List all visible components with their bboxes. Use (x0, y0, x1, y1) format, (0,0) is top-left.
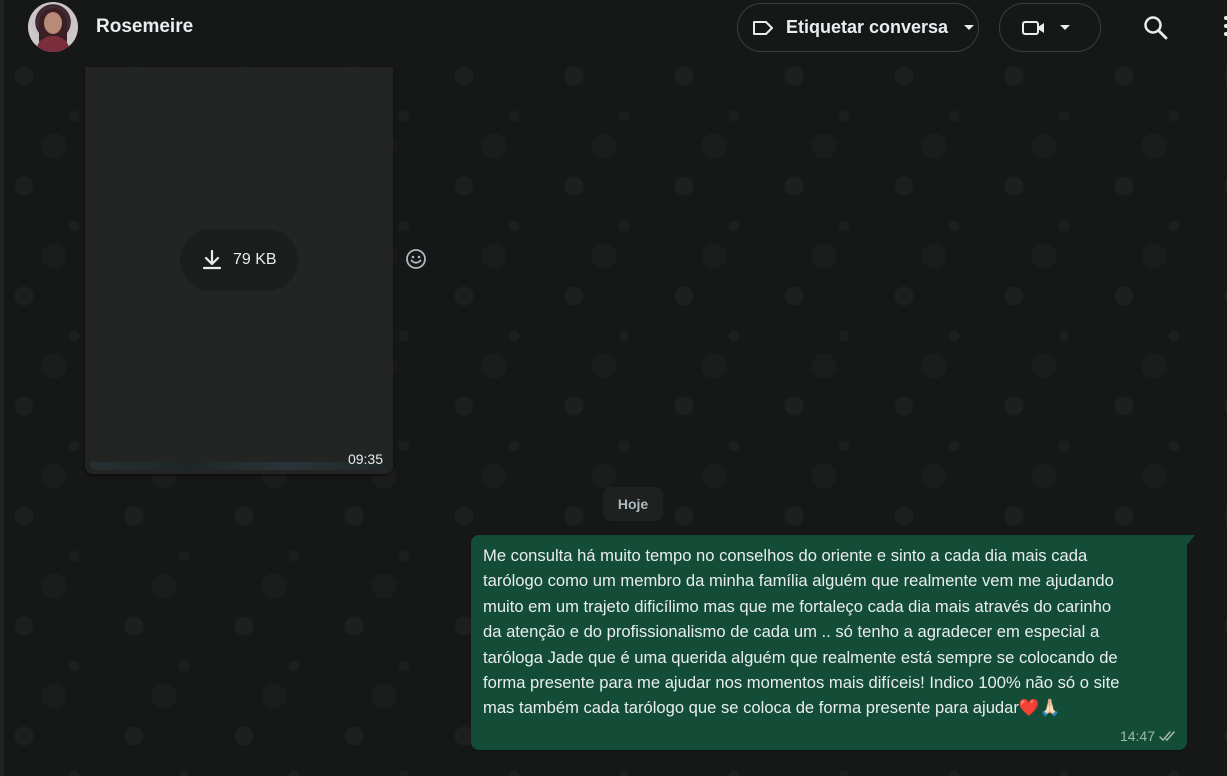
chat-panel: 79 KB 09:35 Hoje Me consulta há muito te… (0, 56, 1227, 776)
media-preview-strip (90, 462, 388, 470)
contact-name[interactable]: Rosemeire (96, 16, 193, 38)
day-separator: Hoje (603, 487, 663, 521)
double-check-icon (1159, 731, 1175, 742)
chat-header: Rosemeire Etiquetar conversa (0, 0, 1227, 56)
outgoing-message[interactable]: Me consulta há muito tempo no conselhos … (471, 535, 1195, 750)
media-message[interactable]: 79 KB 09:35 (85, 67, 393, 474)
file-size: 79 KB (233, 251, 277, 268)
avatar-face (44, 12, 62, 34)
label-chat-button[interactable]: Etiquetar conversa (737, 3, 979, 52)
message-time: 14:47 (1119, 728, 1155, 744)
message-text: Me consulta há muito tempo no conselhos … (483, 546, 1120, 718)
search-icon[interactable] (1143, 15, 1169, 41)
more-vertical-icon[interactable] (1222, 16, 1227, 40)
message-time: 09:35 (347, 451, 383, 467)
video-call-button[interactable] (999, 3, 1101, 52)
bubble-tail (1187, 535, 1195, 545)
contact-avatar[interactable] (28, 2, 78, 52)
chevron-down-icon (964, 25, 975, 30)
video-camera-icon (1022, 20, 1044, 35)
message-meta: 14:47 (1120, 728, 1177, 744)
chevron-down-icon (1060, 25, 1070, 30)
download-icon (202, 249, 222, 270)
label-chat-label: Etiquetar conversa (786, 17, 949, 37)
download-button[interactable]: 79 KB (180, 229, 298, 291)
emoji-icon[interactable] (405, 248, 427, 270)
label-tag-icon (753, 20, 773, 35)
